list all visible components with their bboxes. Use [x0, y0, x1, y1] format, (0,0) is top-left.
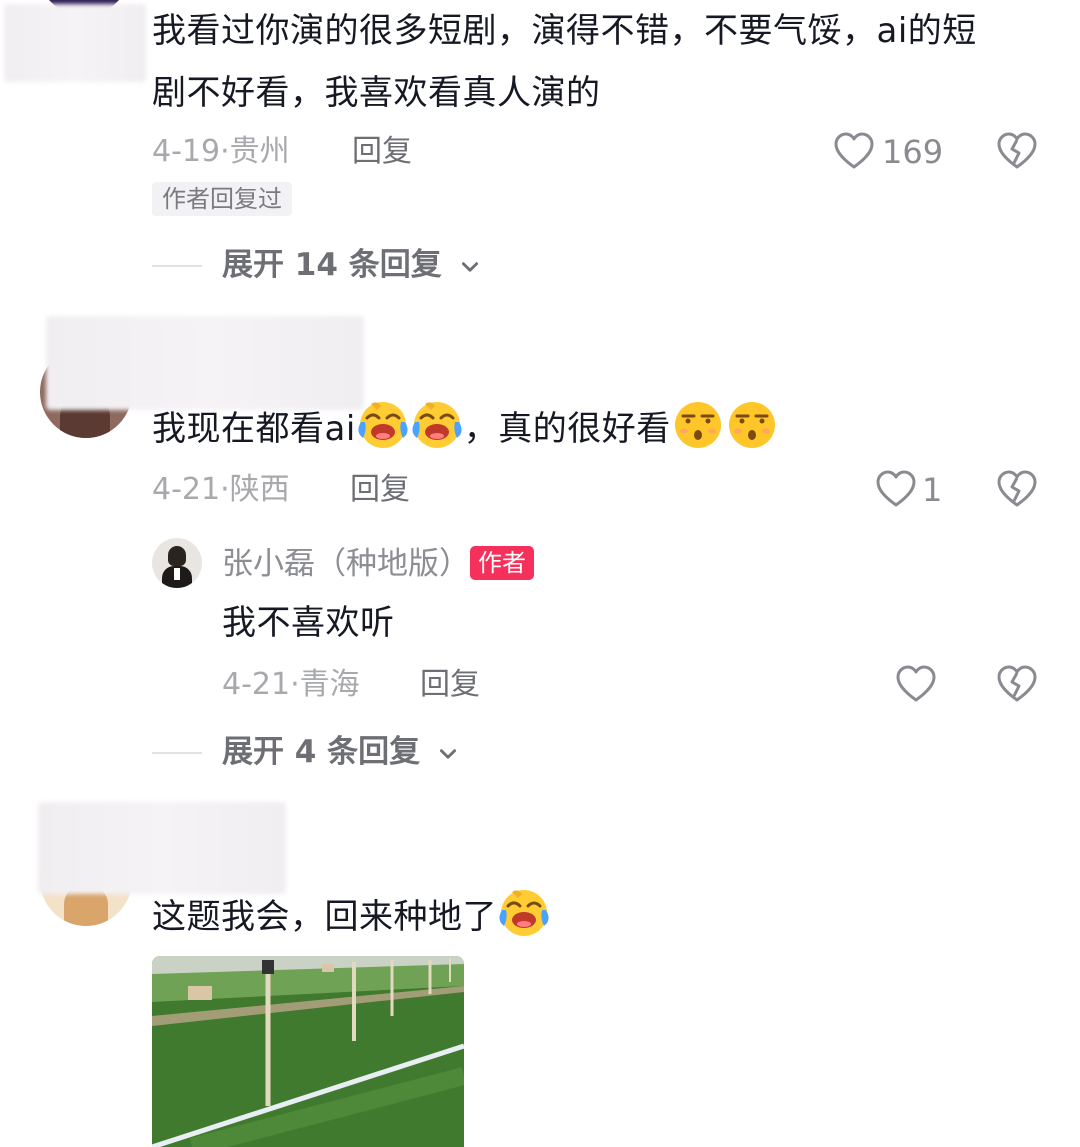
reply-text: 我不喜欢听 [222, 603, 395, 643]
laughing-crying-emoji [498, 886, 550, 938]
comment-text: 我看过你演的很多短剧，演得不错，不要气馁，ai的短 剧不好看，我喜欢看真人演的 [152, 11, 977, 113]
smug-face-emoji [672, 398, 724, 450]
reply-button[interactable]: 回复 [420, 665, 480, 705]
heart-outline-icon[interactable] [896, 665, 936, 705]
field-photo [152, 956, 464, 1147]
reply-date-location: 4-21·青海 [222, 667, 360, 702]
expand-replies-button[interactable]: 展开 14 条回复 [222, 245, 481, 285]
username-obscured [4, 4, 146, 82]
heart-outline-icon[interactable] [834, 132, 874, 172]
divider [152, 752, 202, 754]
expand-replies-label: 展开 14 条回复 [222, 247, 442, 283]
broken-heart-icon[interactable] [997, 665, 1037, 705]
laughing-crying-emoji [411, 398, 463, 450]
reply-button[interactable]: 回复 [350, 470, 410, 510]
author-badge: 作者 [470, 546, 534, 580]
comment-text: 我现在都看ai ，真的很好看 [152, 398, 779, 460]
author-avatar[interactable] [152, 538, 202, 588]
username-obscured [46, 316, 364, 410]
broken-heart-icon[interactable] [997, 132, 1037, 172]
divider [152, 265, 202, 267]
laughing-crying-emoji [357, 398, 409, 450]
author-name[interactable]: 张小磊（种地版） [222, 544, 470, 584]
reply-button[interactable]: 回复 [352, 132, 412, 172]
broken-heart-icon[interactable] [997, 470, 1037, 510]
comment-image[interactable] [152, 956, 464, 1147]
comment-date-location: 4-19·贵州 [152, 134, 290, 169]
comment-text: 这题我会，回来种地了 [152, 886, 551, 948]
expand-replies-label: 展开 4 条回复 [222, 734, 421, 770]
smug-face-emoji [726, 398, 778, 450]
username-obscured [38, 802, 286, 894]
chevron-down-icon [437, 743, 459, 765]
author-replied-tag: 作者回复过 [152, 182, 292, 216]
like-count: 1 [922, 471, 943, 509]
like-count: 169 [882, 133, 944, 171]
expand-replies-button[interactable]: 展开 4 条回复 [222, 732, 459, 772]
heart-outline-icon[interactable] [876, 470, 916, 510]
comment-date-location: 4-21·陕西 [152, 472, 290, 507]
chevron-down-icon [459, 256, 481, 278]
